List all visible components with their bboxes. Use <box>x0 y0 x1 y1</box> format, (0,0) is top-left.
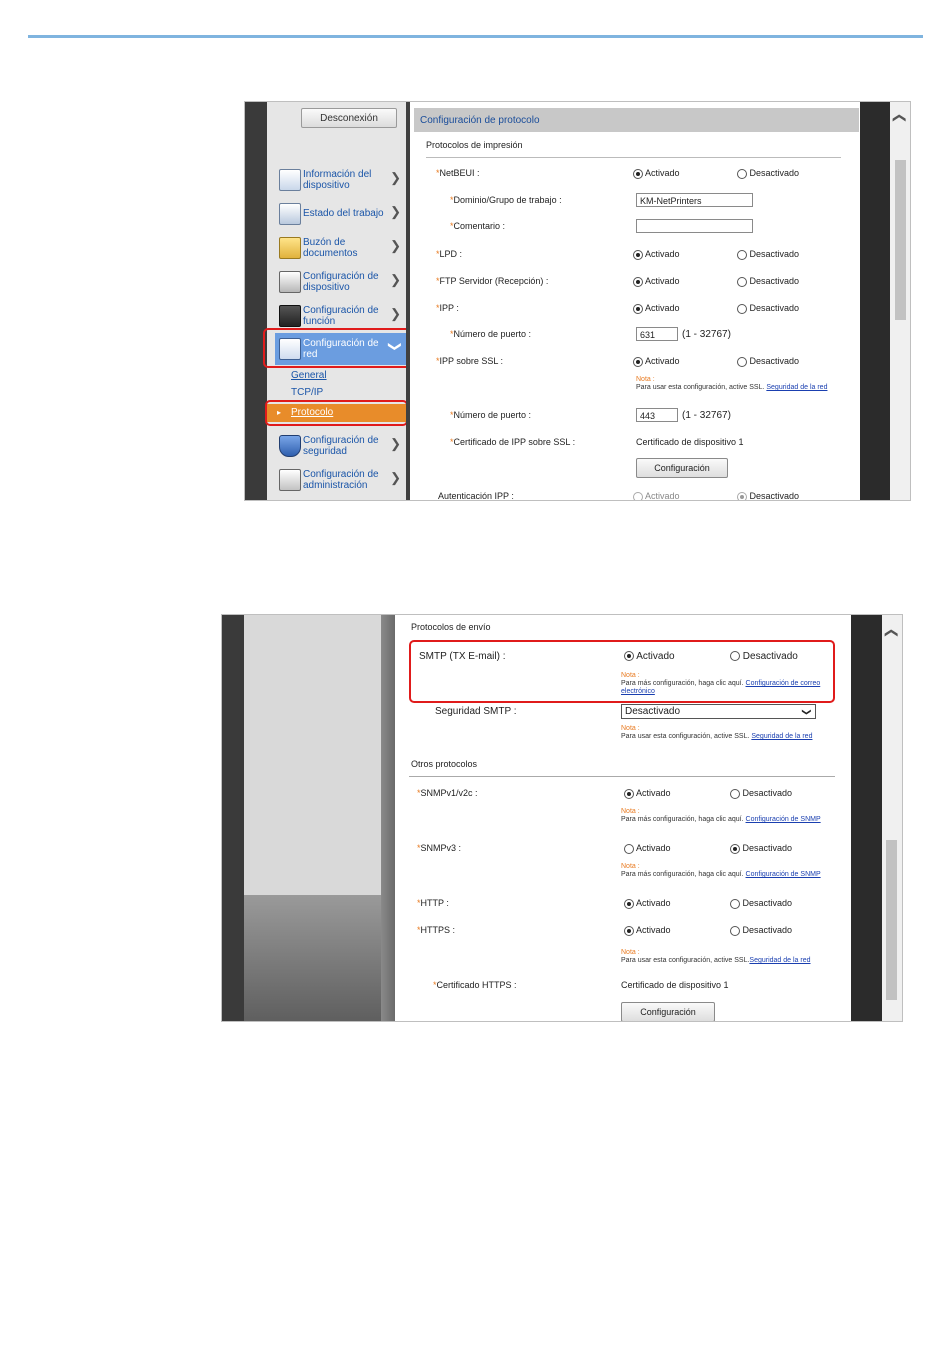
https-cert-label: *Certificado HTTPS : <box>433 980 517 990</box>
ssl-port-range: (1 - 32767) <box>682 410 731 421</box>
section-print-protocols: Protocolos de impresión <box>426 140 523 150</box>
http-label: *HTTP : <box>417 898 449 908</box>
scroll-up-icon[interactable]: ❯ <box>890 113 906 124</box>
ipp-port-label: *Número de puerto : <box>450 329 532 339</box>
network-security-link[interactable]: Seguridad de la red <box>751 733 812 740</box>
snmpv1-off-radio[interactable]: Desactivado <box>730 788 792 799</box>
domain-input[interactable]: KM-NetPrinters <box>636 193 753 207</box>
netbeui-on-radio[interactable]: Activado <box>633 168 680 179</box>
domain-label: *Dominio/Grupo de trabajo : <box>450 195 562 205</box>
top-divider <box>28 35 923 38</box>
protocol-settings-panel: Configuración de protocolo Protocolos de… <box>410 102 860 501</box>
chevron-right-icon: ❯ <box>390 238 401 253</box>
ipp-ssl-on-radio[interactable]: Activado <box>633 356 680 367</box>
chevron-right-icon: ❯ <box>390 470 401 485</box>
network-security-link[interactable]: Seguridad de la red <box>749 957 810 964</box>
snmpv3-note: Nota : Para más configuración, haga clic… <box>621 863 821 878</box>
https-config-button[interactable]: Configuración <box>621 1002 715 1021</box>
ftp-off-radio[interactable]: Desactivado <box>737 276 799 287</box>
function-settings-icon <box>279 305 301 327</box>
ipp-auth-on-radio[interactable]: Activado <box>633 491 680 500</box>
ipp-off-radio[interactable]: Desactivado <box>737 303 799 314</box>
device-info-icon <box>279 169 301 191</box>
sidebar-item-document-box[interactable]: Buzón de documentos ❯ <box>275 232 407 264</box>
chevron-down-icon: ❯ <box>802 708 813 716</box>
logout-button[interactable]: Desconexión <box>301 108 397 128</box>
screenshot-send-protocols: Protocolos de envío SMTP (TX E-mail) : A… <box>221 614 903 1022</box>
subnav-general[interactable]: General <box>291 370 327 381</box>
lpd-label: *LPD : <box>436 249 463 259</box>
ipp-auth-label: Autenticación IPP : <box>438 491 514 501</box>
sidebar-item-device-info[interactable]: Información del dispositivo ❯ <box>275 164 407 196</box>
comment-input[interactable] <box>636 219 753 233</box>
scrollbar-thumb[interactable] <box>886 840 897 1000</box>
snmp-settings-link[interactable]: Configuración de SNMP <box>746 871 821 878</box>
https-off-radio[interactable]: Desactivado <box>730 925 792 936</box>
ipp-port-input[interactable]: 631 <box>636 327 678 341</box>
ipp-ssl-config-button[interactable]: Configuración <box>636 458 728 478</box>
device-settings-icon <box>279 271 301 293</box>
ipp-ssl-cert-label: *Certificado de IPP sobre SSL : <box>450 437 576 447</box>
snmp-settings-link[interactable]: Configuración de SNMP <box>746 816 821 823</box>
https-label: *HTTPS : <box>417 925 456 935</box>
https-cert-value: Certificado de dispositivo 1 <box>621 980 729 990</box>
snmpv1-label: *SNMPv1/v2c : <box>417 788 478 798</box>
https-on-radio[interactable]: Activado <box>624 925 671 936</box>
chevron-right-icon: ❯ <box>390 306 401 321</box>
https-note: Nota : Para usar esta configuración, act… <box>621 949 811 964</box>
ipp-auth-off-radio[interactable]: Desactivado <box>737 491 799 500</box>
http-on-radio[interactable]: Activado <box>624 898 671 909</box>
ipp-ssl-off-radio[interactable]: Desactivado <box>737 356 799 367</box>
snmpv3-on-radio[interactable]: Activado <box>624 843 671 854</box>
ftp-label: *FTP Servidor (Recepción) : <box>436 276 549 286</box>
ssl-port-input[interactable]: 443 <box>636 408 678 422</box>
lpd-off-radio[interactable]: Desactivado <box>737 249 799 260</box>
document-box-icon <box>279 237 301 259</box>
callout-smtp <box>409 640 835 703</box>
chevron-right-icon: ❯ <box>390 204 401 219</box>
send-protocols-panel: Protocolos de envío SMTP (TX E-mail) : A… <box>395 615 851 1021</box>
scrollbar-thumb[interactable] <box>895 160 906 320</box>
callout-protocol <box>265 400 408 426</box>
job-status-icon <box>279 203 301 225</box>
ipp-port-range: (1 - 32767) <box>682 329 731 340</box>
scroll-up-icon[interactable]: ❯ <box>882 628 898 639</box>
netbeui-off-radio[interactable]: Desactivado <box>737 168 799 179</box>
network-security-link[interactable]: Seguridad de la red <box>766 384 827 391</box>
chevron-right-icon: ❯ <box>390 436 401 451</box>
ipp-ssl-cert-value: Certificado de dispositivo 1 <box>636 437 744 447</box>
snmpv1-note: Nota : Para más configuración, haga clic… <box>621 808 821 823</box>
callout-network-settings <box>263 328 411 368</box>
admin-settings-icon <box>279 469 301 491</box>
ipp-ssl-note: Nota : Para usar esta configuración, act… <box>636 376 828 391</box>
sidebar-item-job-status[interactable]: Estado del trabajo ❯ <box>275 198 407 230</box>
lpd-on-radio[interactable]: Activado <box>633 249 680 260</box>
shield-icon <box>279 435 301 457</box>
snmpv1-on-radio[interactable]: Activado <box>624 788 671 799</box>
chevron-right-icon: ❯ <box>390 170 401 185</box>
page-title: Configuración de protocolo <box>414 108 859 132</box>
ipp-on-radio[interactable]: Activado <box>633 303 680 314</box>
smtp-security-label: Seguridad SMTP : <box>435 706 517 717</box>
screenshot-protocol-settings: Desconexión Información del dispositivo … <box>244 101 911 501</box>
sidebar-item-security-settings[interactable]: Configuración de seguridad ❯ <box>275 430 407 462</box>
section-send-protocols: Protocolos de envío <box>411 622 491 632</box>
sidebar <box>244 615 381 895</box>
ipp-label: *IPP : <box>436 303 459 313</box>
ftp-on-radio[interactable]: Activado <box>633 276 680 287</box>
ipp-ssl-label: *IPP sobre SSL : <box>436 356 504 366</box>
sidebar-item-device-settings[interactable]: Configuración de dispositivo ❯ <box>275 266 407 298</box>
sidebar-item-admin-settings[interactable]: Configuración de administración ❯ <box>275 464 407 496</box>
chevron-right-icon: ❯ <box>390 272 401 287</box>
snmpv3-off-radio[interactable]: Desactivado <box>730 843 792 854</box>
subnav-tcpip[interactable]: TCP/IP <box>291 387 323 398</box>
section-other-protocols: Otros protocolos <box>411 759 478 769</box>
netbeui-label: *NetBEUI : <box>436 168 480 178</box>
smtp-security-note: Nota : Para usar esta configuración, act… <box>621 725 813 740</box>
snmpv3-label: *SNMPv3 : <box>417 843 462 853</box>
http-off-radio[interactable]: Desactivado <box>730 898 792 909</box>
ssl-port-label: *Número de puerto : <box>450 410 532 420</box>
smtp-security-select[interactable]: Desactivado ❯ <box>621 704 816 719</box>
comment-label: *Comentario : <box>450 221 506 231</box>
